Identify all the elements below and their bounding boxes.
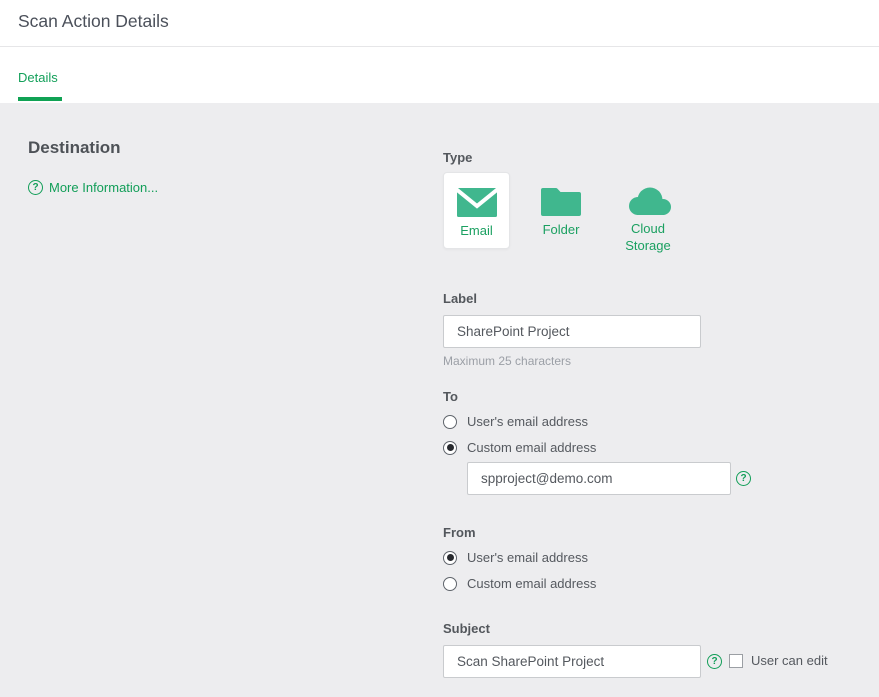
subject-label: Subject: [443, 621, 490, 636]
subject-help-icon[interactable]: ?: [707, 654, 722, 669]
page-title: Scan Action Details: [18, 11, 169, 32]
to-users-email-radio[interactable]: User's email address: [443, 414, 588, 429]
label-input[interactable]: [443, 315, 701, 348]
type-option-email[interactable]: Email: [443, 172, 510, 249]
scan-action-details-page: Scan Action Details Details Destination …: [0, 0, 879, 697]
radio-checked-icon: [443, 441, 457, 455]
radio-icon: [443, 415, 457, 429]
to-custom-email-radio[interactable]: Custom email address: [443, 440, 596, 455]
to-custom-email-label: Custom email address: [467, 440, 596, 455]
to-label: To: [443, 389, 458, 404]
type-option-cloud-storage[interactable]: Cloud Storage: [611, 172, 685, 249]
active-tab-underline: [18, 97, 62, 101]
to-help-icon[interactable]: ?: [736, 471, 751, 486]
radio-checked-icon: [443, 551, 457, 565]
label-field-label: Label: [443, 291, 477, 306]
type-option-folder[interactable]: Folder: [527, 172, 595, 249]
help-icon: ?: [28, 180, 43, 195]
content-area: Destination ? More Information... Type E…: [0, 103, 879, 697]
to-users-email-label: User's email address: [467, 414, 588, 429]
type-option-cloud-storage-label: Cloud Storage: [611, 220, 685, 254]
from-custom-email-label: Custom email address: [467, 576, 596, 591]
label-helper-text: Maximum 25 characters: [443, 354, 571, 368]
user-can-edit-row[interactable]: User can edit: [729, 653, 828, 668]
subject-input[interactable]: [443, 645, 701, 678]
from-users-email-label: User's email address: [467, 550, 588, 565]
more-information-link[interactable]: ? More Information...: [28, 180, 158, 195]
to-custom-email-input[interactable]: [467, 462, 731, 495]
page-header: Scan Action Details: [0, 0, 879, 47]
destination-heading: Destination: [28, 138, 121, 158]
email-icon: [457, 188, 497, 217]
type-option-folder-label: Folder: [527, 221, 595, 238]
from-users-email-radio[interactable]: User's email address: [443, 550, 588, 565]
tab-bar: Details: [0, 48, 879, 103]
radio-icon: [443, 577, 457, 591]
from-label: From: [443, 525, 476, 540]
more-information-label: More Information...: [49, 180, 158, 195]
user-can-edit-checkbox[interactable]: [729, 654, 743, 668]
cloud-icon: [624, 187, 672, 215]
type-option-email-label: Email: [444, 222, 509, 239]
type-label: Type: [443, 150, 472, 165]
user-can-edit-label: User can edit: [751, 653, 828, 668]
from-custom-email-radio[interactable]: Custom email address: [443, 576, 596, 591]
tab-details[interactable]: Details: [18, 70, 58, 85]
folder-icon: [541, 187, 581, 216]
